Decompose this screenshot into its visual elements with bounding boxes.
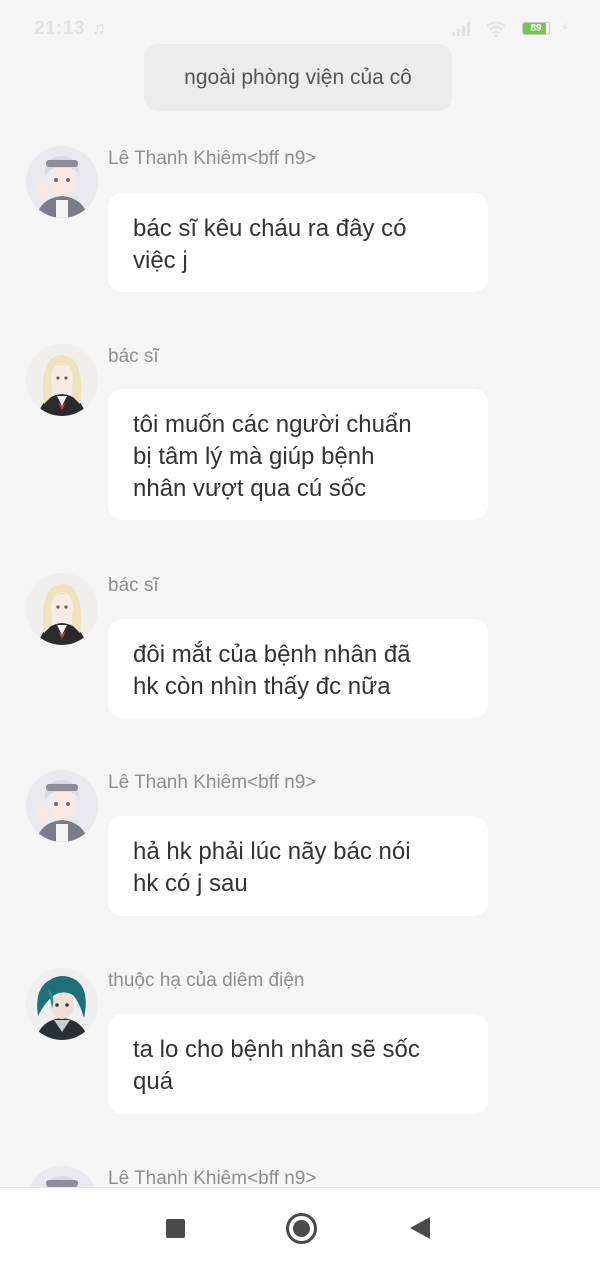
message-line: bị tâm lý mà giúp bệnh bbox=[133, 443, 375, 470]
message-line: đôi mắt của bệnh nhân đã bbox=[133, 641, 411, 668]
white-hair-boy-avatar[interactable] bbox=[26, 146, 98, 218]
message-line: tôi muốn các người chuẩn bbox=[133, 411, 412, 438]
message-line: hk còn nhìn thấy đc nữa bbox=[133, 673, 391, 700]
battery-indicator: 89 bbox=[522, 22, 550, 35]
triangle-back-icon[interactable] bbox=[410, 1217, 430, 1239]
message-line: việc j bbox=[133, 247, 188, 274]
blonde-doctor-avatar[interactable] bbox=[26, 344, 98, 416]
message-bubble[interactable]: hả hk phải lúc nãy bác nói hk có j sau bbox=[108, 816, 488, 916]
headphones-icon: ♫ bbox=[92, 18, 106, 38]
status-time: 21:13 bbox=[34, 18, 86, 39]
cell-signal-icon bbox=[452, 22, 470, 36]
sender-name: bác sĩ bbox=[108, 346, 159, 367]
message-line: hả hk phải lúc nãy bác nói bbox=[133, 838, 411, 865]
sender-name: thuộc hạ của diêm điện bbox=[108, 970, 305, 991]
narration-bubble: ngoài phòng viện của cô bbox=[144, 44, 452, 111]
sender-name: Lê Thanh Khiêm<bff n9> bbox=[108, 148, 317, 169]
bolt-icon: ⚡ bbox=[560, 20, 570, 35]
message-bubble[interactable]: tôi muốn các người chuẩn bị tâm lý mà gi… bbox=[108, 389, 488, 520]
teal-hair-man-avatar[interactable] bbox=[26, 968, 98, 1040]
message-bubble[interactable]: đôi mắt của bệnh nhân đã hk còn nhìn thấ… bbox=[108, 619, 488, 718]
message-bubble[interactable]: bác sĩ kêu cháu ra đây có việc j bbox=[108, 193, 488, 292]
square-recent-apps-icon[interactable] bbox=[166, 1219, 185, 1238]
wifi-icon bbox=[486, 21, 506, 37]
sender-name: bác sĩ bbox=[108, 575, 159, 596]
battery-percent: 89 bbox=[530, 23, 542, 34]
white-hair-boy-avatar[interactable] bbox=[26, 770, 98, 842]
message-line: bác sĩ kêu cháu ra đây có bbox=[133, 215, 407, 242]
message-line: quá bbox=[133, 1068, 174, 1095]
blonde-doctor-avatar[interactable] bbox=[26, 573, 98, 645]
message-line: nhân vượt qua cú sốc bbox=[133, 475, 367, 502]
message-line: hk có j sau bbox=[133, 870, 248, 897]
navigation-bar bbox=[0, 1187, 600, 1268]
message-bubble[interactable]: ta lo cho bệnh nhân sẽ sốc quá bbox=[108, 1014, 488, 1114]
message-line: ta lo cho bệnh nhân sẽ sốc bbox=[133, 1036, 420, 1063]
sender-name: Lê Thanh Khiêm<bff n9> bbox=[108, 772, 317, 793]
circle-home-icon[interactable] bbox=[286, 1213, 317, 1244]
